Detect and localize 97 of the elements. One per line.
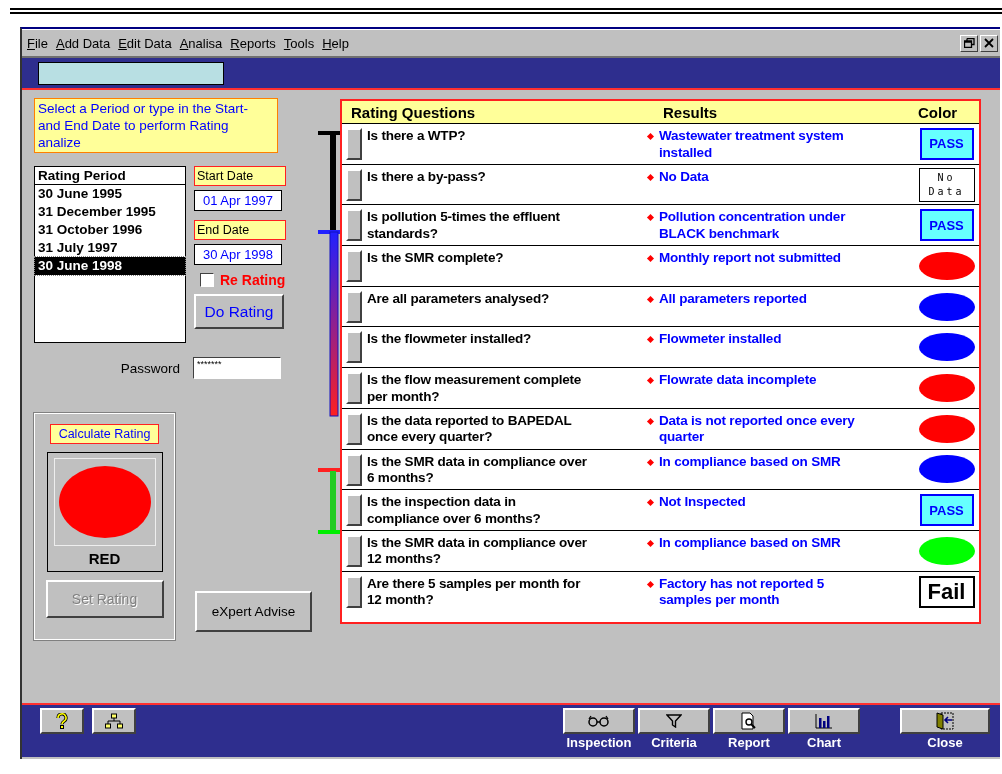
start-date-label: Start Date: [194, 166, 286, 186]
menu-item[interactable]: Tools: [283, 35, 315, 51]
question-text: Is pollution 5-times the effluent standards?: [367, 208, 561, 243]
close-button[interactable]: [980, 34, 998, 52]
row-select-button[interactable]: [346, 331, 362, 364]
question-text: Is the SMR data in compliance over 12 months?: [367, 533, 588, 568]
result-text: Data is not reported once every quarter: [659, 412, 856, 446]
bar-chart-icon: [815, 713, 833, 729]
bullet-icon: [646, 214, 655, 222]
no-data-badge: No Data: [918, 167, 975, 202]
filter-icon: [666, 714, 682, 728]
hierarchy-button[interactable]: [92, 708, 136, 734]
bullet-icon: [646, 580, 655, 588]
result-text: In compliance based on SMR: [659, 534, 841, 552]
pass-badge: PASS: [919, 127, 974, 160]
question-text: Is the flow measurement complete per month?: [367, 371, 583, 406]
question-text: Is the data reported to BAPEDAL once every quarter?: [367, 411, 573, 446]
re-rating-label: Re Rating: [220, 272, 286, 288]
bullet-icon: [646, 499, 655, 507]
menu-item[interactable]: Help: [322, 35, 349, 51]
result-text: All parameters reported: [659, 290, 807, 308]
expert-advise-button[interactable]: eXpert Advise: [195, 591, 312, 632]
password-label: Password: [119, 360, 180, 376]
list-item[interactable]: 31 December 1995: [35, 203, 185, 221]
bullet-icon: [646, 377, 655, 385]
restore-icon: [963, 38, 975, 48]
row-select-button[interactable]: [346, 372, 362, 405]
bullet-icon: [646, 417, 655, 425]
result-text: In compliance based on SMR: [659, 453, 841, 470]
hierarchy-icon: [105, 713, 123, 729]
bullet-icon: [646, 295, 655, 303]
glasses-icon: [588, 715, 610, 727]
menu-item[interactable]: Edit Data: [118, 35, 172, 51]
column-header: Color: [918, 103, 958, 121]
menu-item[interactable]: Add Data: [55, 35, 111, 51]
result-text: Flowrate data incomplete: [659, 372, 817, 389]
question-text: Is the inspection data in compliance over 6 months?: [367, 493, 542, 528]
list-item[interactable]: 31 July 1997: [35, 239, 185, 257]
row-select-button[interactable]: [346, 290, 362, 323]
column-header: Rating Questions: [351, 103, 477, 121]
bullet-icon: [646, 336, 655, 344]
rating-period-list[interactable]: Rating Period 30 June 1995 31 December 1995 31 October 1996 31 July 1997 30 June 1998: [34, 166, 186, 343]
result-text: Wastewater treatment system installed: [659, 128, 845, 161]
calculate-rating-label: Calculate Rating: [49, 424, 160, 444]
end-date-label: End Date: [194, 220, 286, 240]
column-header: Results: [663, 103, 719, 121]
question-text: Is the flowmeter installed?: [367, 330, 533, 348]
result-text: Monthly report not submitted: [659, 250, 841, 267]
bullet-icon: [646, 458, 655, 466]
list-item[interactable]: 31 October 1996: [35, 221, 185, 239]
bullet-icon: [646, 132, 655, 141]
row-select-button[interactable]: [346, 128, 362, 160]
row-select-button[interactable]: [346, 534, 362, 567]
exit-door-icon: [935, 712, 955, 730]
pass-badge: PASS: [919, 209, 974, 242]
menu-item[interactable]: Analisa: [179, 35, 223, 51]
do-rating-button[interactable]: Do Rating: [194, 294, 284, 329]
menu-item[interactable]: Reports: [230, 35, 276, 51]
result-text: Pollution concentration under BLACK benchmark: [659, 209, 847, 243]
re-rating-checkbox[interactable]: [200, 273, 214, 287]
password-field[interactable]: *******: [193, 357, 281, 379]
question-text: Is there a WTP?: [367, 127, 467, 145]
start-date-field[interactable]: 01 Apr 1997: [194, 190, 282, 211]
row-select-button[interactable]: [346, 575, 362, 608]
document-search-icon: [741, 712, 757, 730]
fail-badge: Fail: [918, 575, 975, 608]
question-text: Is the SMR complete?: [367, 249, 505, 267]
question-text: Are all parameters analysed?: [367, 289, 550, 308]
result-text: Flowmeter installed: [659, 331, 782, 348]
restore-button[interactable]: [960, 34, 978, 52]
menu-item[interactable]: File: [27, 35, 48, 51]
result-text: Factory has not reported 5 samples per month: [659, 575, 826, 609]
result-label: RED: [88, 550, 121, 567]
list-header: Rating Period: [35, 167, 185, 185]
instruction-text: Select a Period or type in the Start- and End Date to perform Rating analize: [34, 98, 278, 153]
bullet-icon: [646, 255, 655, 263]
bullet-icon: [646, 173, 655, 181]
close-icon: [984, 38, 994, 48]
question-text: Is the SMR data in compliance over 6 months?: [367, 452, 588, 487]
bullet-icon: [646, 539, 655, 547]
row-select-button[interactable]: [346, 250, 362, 283]
question-mark-icon: [56, 713, 68, 729]
result-text: No Data: [659, 168, 709, 186]
list-item[interactable]: 30 June 1995: [35, 185, 185, 203]
row-select-button[interactable]: [346, 453, 362, 486]
row-select-button[interactable]: [346, 494, 362, 527]
help-button[interactable]: [40, 708, 84, 734]
header-field[interactable]: [38, 61, 224, 85]
end-date-field[interactable]: 30 Apr 1998: [194, 244, 282, 265]
row-select-button[interactable]: [346, 412, 362, 445]
question-text: Is there a by-pass?: [367, 167, 487, 186]
question-text: Are there 5 samples per month for 12 month?: [367, 574, 582, 609]
result-text: Not Inspected: [659, 494, 746, 511]
pass-badge: PASS: [919, 494, 974, 527]
row-select-button[interactable]: [346, 209, 362, 242]
list-item[interactable]: 30 June 1998: [35, 257, 185, 275]
row-select-button[interactable]: [346, 168, 362, 201]
